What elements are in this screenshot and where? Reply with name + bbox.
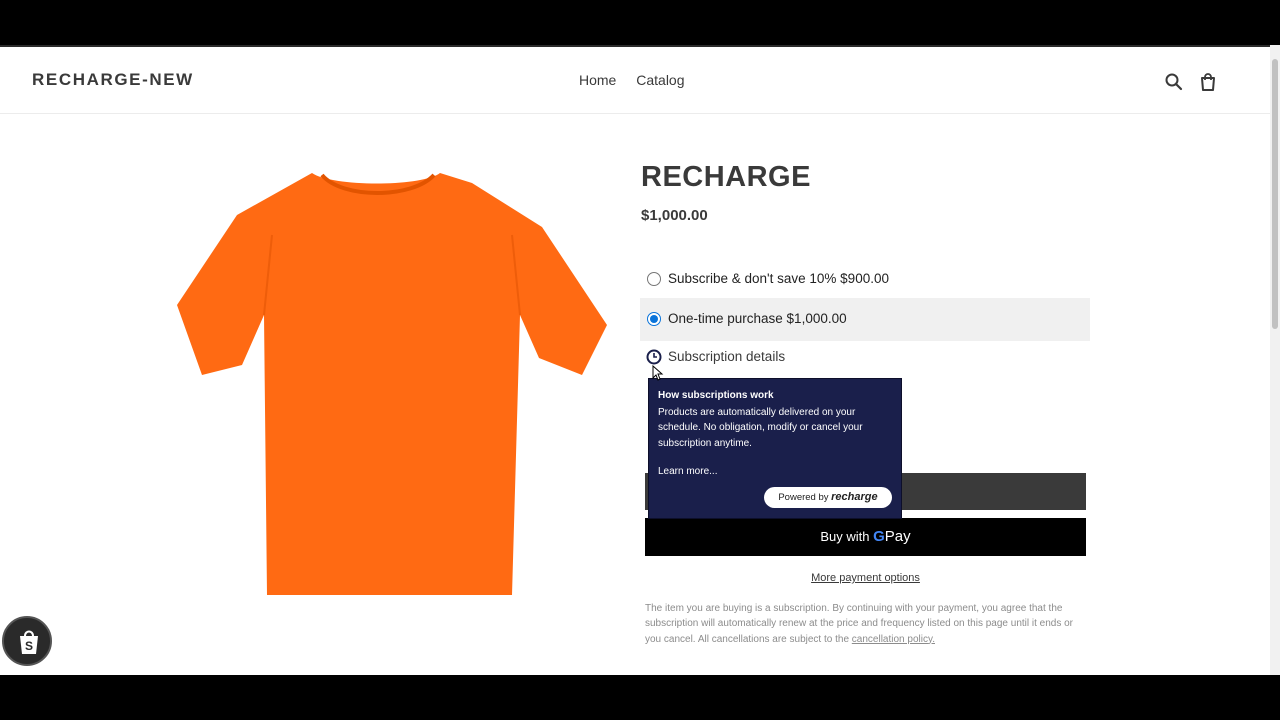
- subscription-details-label: Subscription details: [668, 349, 786, 364]
- subscription-disclaimer: The item you are buying is a subscriptio…: [645, 601, 1090, 647]
- cart-icon[interactable]: [1198, 72, 1218, 92]
- option-subscribe[interactable]: Subscribe & don't save 10% $900.00: [640, 258, 1090, 301]
- subscribe-label: Subscribe & don't save 10% $900.00: [668, 271, 889, 286]
- subscription-tooltip: How subscriptions work Products are auto…: [648, 378, 902, 519]
- cancellation-policy-link[interactable]: cancellation policy.: [852, 634, 935, 645]
- search-icon[interactable]: [1164, 72, 1184, 92]
- option-one-time[interactable]: One-time purchase $1,000.00: [640, 298, 1090, 341]
- google-g-icon: G: [873, 528, 885, 545]
- shopify-bag-icon[interactable]: S: [2, 616, 52, 666]
- more-payment-options-link[interactable]: More payment options: [645, 572, 1086, 584]
- powered-by-recharge-badge[interactable]: Powered by recharge: [764, 487, 892, 508]
- site-header: RECHARGE-NEW Home Catalog: [0, 45, 1270, 114]
- main-nav: Home Catalog: [579, 72, 701, 88]
- product-image-tshirt[interactable]: [172, 165, 612, 605]
- gpay-button[interactable]: Buy with GPay: [645, 518, 1086, 556]
- browser-viewport: RECHARGE-NEW Home Catalog RECHARGE $1,00…: [0, 45, 1280, 675]
- gpay-prefix: Buy with: [820, 529, 870, 544]
- gpay-brand: Pay: [884, 528, 911, 545]
- scrollbar-thumb[interactable]: [1272, 59, 1278, 329]
- powered-prefix: Powered by: [778, 492, 829, 503]
- tooltip-body: Products are automatically delivered on …: [658, 407, 863, 449]
- recharge-info-icon: [646, 349, 662, 365]
- product-price: $1,000.00: [641, 207, 708, 224]
- one-time-radio[interactable]: [647, 312, 661, 326]
- svg-text:S: S: [25, 639, 33, 653]
- page-scrollbar[interactable]: [1270, 45, 1280, 675]
- product-title: RECHARGE: [641, 161, 811, 193]
- one-time-label: One-time purchase $1,000.00: [668, 311, 847, 326]
- recharge-brand: recharge: [831, 491, 878, 503]
- tooltip-title: How subscriptions work: [658, 390, 774, 401]
- subscribe-radio[interactable]: [647, 272, 661, 286]
- learn-more-link[interactable]: Learn more...: [658, 466, 717, 477]
- mouse-cursor-icon: [652, 365, 664, 381]
- store-logo[interactable]: RECHARGE-NEW: [32, 70, 194, 90]
- nav-home[interactable]: Home: [579, 72, 616, 88]
- nav-catalog[interactable]: Catalog: [636, 72, 684, 88]
